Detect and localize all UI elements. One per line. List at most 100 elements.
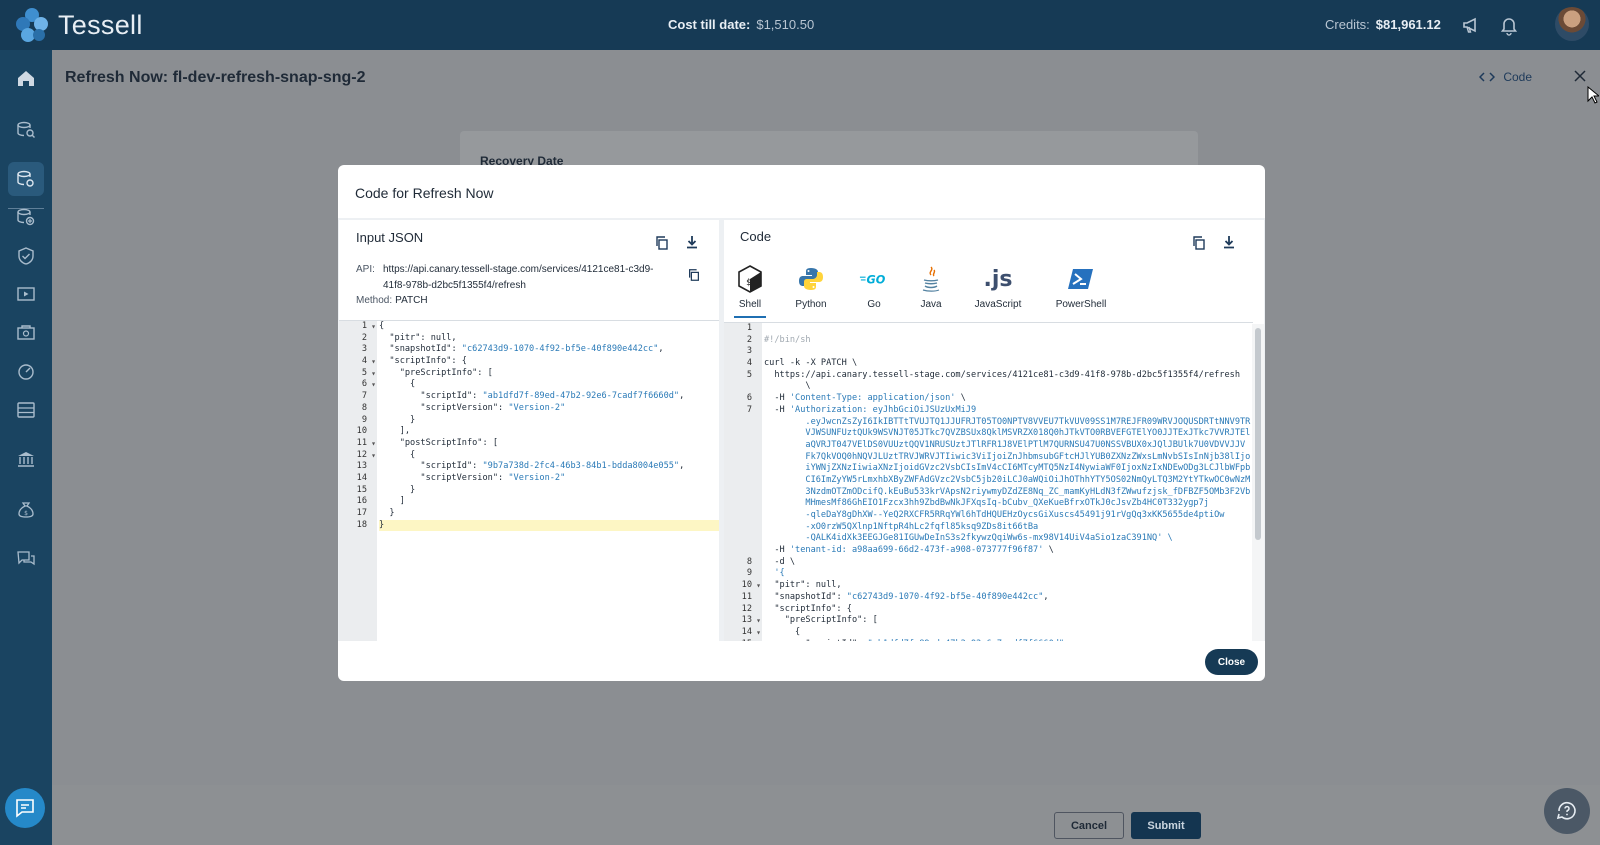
money-bag-icon[interactable]: $ <box>8 493 44 527</box>
input-json-editor[interactable]: 123456789101112131415161718 { "pitr": nu… <box>339 320 719 641</box>
close-icon[interactable] <box>1572 68 1588 84</box>
tab-python[interactable]: Python <box>766 264 856 318</box>
line-number: 13 <box>724 615 762 627</box>
code-line: { <box>379 449 416 460</box>
code-line: } <box>379 519 719 532</box>
code-scrollbar[interactable] <box>1255 328 1261 540</box>
tab-go-label: Go <box>867 299 881 310</box>
gauge-icon[interactable] <box>8 354 44 388</box>
media-icon[interactable] <box>8 277 44 311</box>
code-heading: Code <box>740 229 772 244</box>
code-line: -qleDaY8gDhXW--YeQ2RXCFR5RRqYWl6hTdHQUEH… <box>764 510 1225 520</box>
code-line: -H 'Authorization: eyJhbGciOiJSUzUxMiJ9 <box>764 404 977 415</box>
code-line: Fk7QkVOQ0hNQVJLUztTRVJWRVJTIiwic3ViIjoiZ… <box>764 451 1251 462</box>
copy-code-icon[interactable] <box>1191 235 1207 251</box>
chat-icon[interactable] <box>8 542 44 576</box>
powershell-icon <box>1068 269 1093 289</box>
dataflix-icon[interactable] <box>8 316 44 350</box>
tab-powershell-label: PowerShell <box>1055 299 1107 310</box>
line-number: 3 <box>746 346 752 357</box>
copy-url-icon[interactable] <box>687 268 701 282</box>
code-line: "pitr": null, <box>379 332 457 343</box>
line-number: 12 <box>741 603 752 614</box>
database-add-icon[interactable] <box>8 200 44 234</box>
line-number <box>724 463 762 475</box>
java-icon <box>922 266 940 292</box>
home-icon[interactable] <box>8 61 44 95</box>
line-number: 11 <box>741 591 752 602</box>
code-line: } <box>379 414 416 425</box>
code-line: "snapshotId": "c62743d9-1070-4f92-bf5e-4… <box>764 591 1049 602</box>
line-number <box>724 510 762 522</box>
code-line: -xO0rzW5QXlnp1NftpR4hLc2fqfl85ksq9ZDs8it… <box>764 521 1039 532</box>
line-number: 12 <box>339 450 377 462</box>
code-line: ] <box>379 496 405 507</box>
code-line: "scriptId": "ab1dfd7f-89ed-47b2-92e6-7ca… <box>379 391 685 402</box>
line-number-gutter: 123456789101112131415161718 <box>339 321 377 641</box>
code-editor[interactable]: 123456789101112131415 #!/bin/shcurl -k -… <box>724 322 1253 641</box>
logo[interactable]: Tessell <box>14 7 143 43</box>
line-number: 14 <box>724 627 762 639</box>
line-number: 8 <box>361 402 367 413</box>
server-list-icon[interactable] <box>8 393 44 427</box>
tab-java[interactable]: Java <box>892 264 970 318</box>
user-avatar[interactable] <box>1555 7 1589 41</box>
code-icon <box>1479 72 1496 82</box>
line-number: 8 <box>746 556 752 567</box>
download-code-icon[interactable] <box>1221 234 1237 250</box>
top-bar: Tessell Cost till date: $1,510.50 Credits… <box>0 0 1600 50</box>
line-number: 10 <box>724 580 762 592</box>
code-line: aQVRJT047VElDS0VUUztQQV1NRUSUztJTlRFR1J8… <box>764 439 1246 450</box>
bank-icon[interactable] <box>8 442 44 476</box>
copy-icon[interactable] <box>654 235 670 251</box>
code-line: "snapshotId": "c62743d9-1070-4f92-bf5e-4… <box>379 344 664 355</box>
code-scroll-track[interactable] <box>1252 324 1264 641</box>
go-icon: GO <box>859 274 886 286</box>
svg-text:$: $ <box>746 278 751 288</box>
submit-button[interactable]: Submit <box>1131 812 1201 839</box>
input-json-heading: Input JSON <box>356 230 424 245</box>
tab-python-label: Python <box>795 299 827 310</box>
code-line: .eyJwcnZsZyI6IkIBTTtTVUJTQ1JJUFRJT05TO0N… <box>764 416 1251 427</box>
code-line: } <box>379 484 416 495</box>
line-number <box>724 522 762 534</box>
code-line: CI6ImZyYW5rLmxhbXByZWFAdGVzc2VsbC5jb20iL… <box>764 474 1251 485</box>
line-number: 13 <box>356 461 367 472</box>
line-number <box>724 545 762 557</box>
download-icon[interactable] <box>684 234 700 250</box>
code-line: '{ <box>774 568 785 579</box>
generated-code: #!/bin/sh curl -k -X PATCH \ https://api.… <box>764 323 1253 641</box>
code-line: "scriptId": "9b7a738d-2fc4-46b3-84b1-bdd… <box>379 461 685 472</box>
modal-body: Input JSON API: https://api.canary.tesse… <box>338 218 1265 641</box>
code-link[interactable]: Code <box>1479 70 1532 84</box>
code-line: "postScriptInfo": [ <box>379 437 498 448</box>
line-number: 7 <box>361 391 367 402</box>
line-number: 15 <box>356 484 367 495</box>
support-chat-button[interactable] <box>1544 788 1590 834</box>
close-button[interactable]: Close <box>1205 649 1258 675</box>
cost-label: Cost till date: <box>668 17 751 32</box>
tab-go[interactable]: GO Go <box>856 264 892 318</box>
line-number: 1 <box>339 321 377 333</box>
shield-check-icon[interactable] <box>8 239 44 273</box>
code-line: VJWSUNFUztQUk9WSVNJT05JTkc7QVZBSUx8QklMS… <box>764 428 1251 439</box>
database-settings-icon[interactable] <box>8 162 44 196</box>
tab-shell[interactable]: $ Shell <box>734 264 766 318</box>
tab-powershell[interactable]: PowerShell <box>1026 264 1136 318</box>
line-number: 16 <box>356 496 367 507</box>
line-number: 4 <box>339 356 377 368</box>
method-label: Method: <box>356 295 393 306</box>
database-search-icon[interactable] <box>8 113 44 147</box>
bell-icon[interactable] <box>1498 14 1520 36</box>
credits: Credits: $81,961.12 <box>1325 17 1441 32</box>
feedback-button[interactable] <box>5 788 45 828</box>
tab-javascript[interactable]: .js JavaScript <box>970 264 1026 318</box>
api-row: API: https://api.canary.tessell-stage.co… <box>356 262 686 291</box>
code-line: "pitr": null, <box>764 580 842 591</box>
method-row: Method: PATCH <box>356 295 428 306</box>
announcement-icon[interactable] <box>1460 14 1482 36</box>
code-line: -d \ <box>764 556 796 567</box>
code-line: "preScriptInfo": [ <box>764 615 878 626</box>
cancel-button[interactable]: Cancel <box>1054 812 1124 839</box>
line-number: 14 <box>356 472 367 483</box>
